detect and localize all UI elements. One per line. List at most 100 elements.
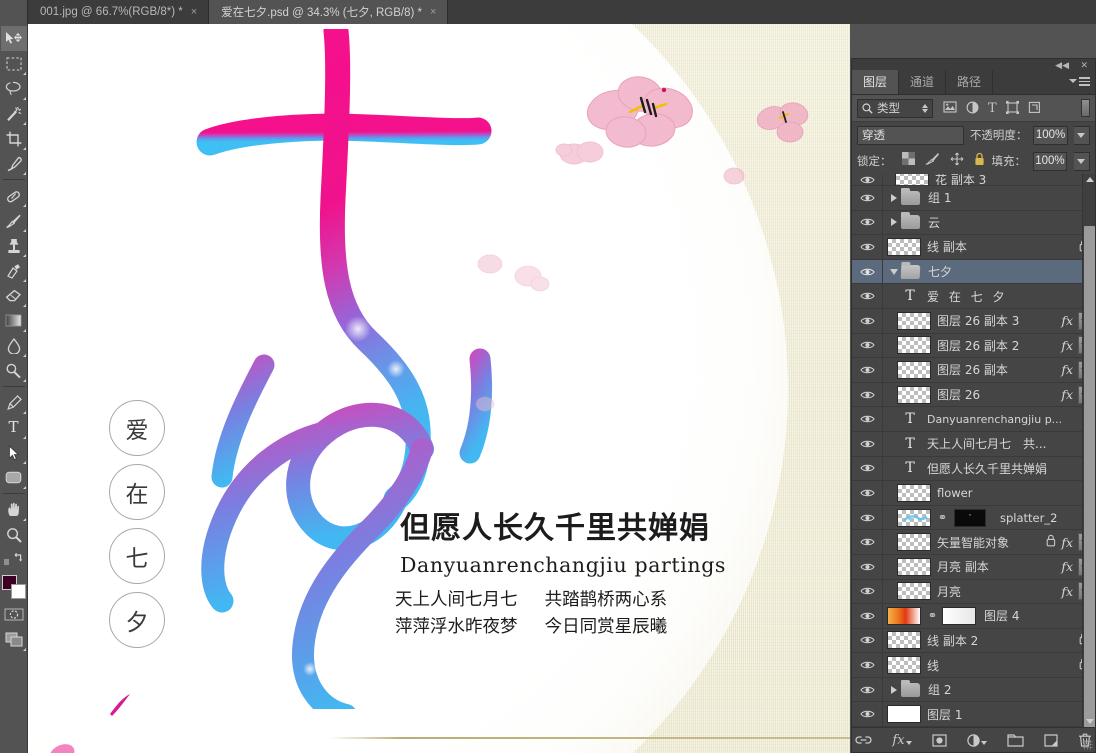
healing-brush-tool[interactable] — [1, 183, 27, 208]
group-expand-arrow[interactable] — [887, 218, 901, 227]
layer-row-ai-zai-qi-xi-text[interactable]: T 爱 在 七 夕 — [852, 284, 1095, 309]
layer-row-xian[interactable]: 线 — [852, 653, 1095, 678]
layer-name[interactable]: 图层 1 — [927, 706, 1095, 723]
layer-name[interactable]: 线 — [927, 657, 1079, 674]
visibility-toggle[interactable] — [852, 660, 882, 670]
layer-thumbnail[interactable] — [887, 631, 921, 650]
visibility-toggle[interactable] — [852, 685, 882, 695]
close-icon[interactable]: ✕ — [1080, 60, 1088, 71]
layer-effects-icon[interactable]: fx — [1061, 535, 1073, 550]
collapse-icon[interactable]: ◀◀ — [1055, 60, 1069, 71]
visibility-toggle[interactable] — [852, 439, 882, 449]
filter-enable-toggle[interactable] — [1081, 99, 1090, 117]
layer-effects-icon[interactable]: fx — [1061, 338, 1073, 353]
visibility-toggle[interactable] — [852, 709, 882, 719]
eyedropper-tool[interactable] — [1, 151, 27, 176]
layer-name[interactable]: 组 1 — [924, 189, 1095, 206]
link-layers-button[interactable] — [855, 734, 872, 746]
layers-scrollbar[interactable] — [1082, 174, 1095, 727]
link-icon[interactable]: ⚭ — [937, 511, 948, 524]
layer-row-tuceng-1[interactable]: 图层 1 — [852, 702, 1095, 727]
quick-mask-toggle[interactable] — [1, 602, 27, 627]
layer-effects-icon[interactable]: fx — [1061, 313, 1073, 328]
layer-thumbnail[interactable] — [897, 311, 931, 330]
visibility-toggle[interactable] — [852, 291, 882, 301]
layer-name[interactable]: 线 副本 — [927, 238, 1079, 255]
layer-row-tuceng-26[interactable]: 图层 26 fx — [852, 382, 1095, 408]
layer-name[interactable]: 爱 在 七 夕 — [923, 288, 1095, 305]
layer-row-splatter-2[interactable]: ⚭ ' splatter_2 — [852, 505, 1095, 531]
layer-effects-icon[interactable]: fx — [1061, 387, 1073, 402]
group-expand-arrow[interactable] — [887, 193, 901, 202]
layer-thumbnail[interactable] — [897, 360, 931, 379]
layer-name[interactable]: 图层 26 — [937, 386, 1061, 403]
visibility-toggle[interactable] — [852, 193, 882, 203]
fill-value[interactable]: 100% — [1033, 151, 1067, 171]
document-tab-001jpg[interactable]: 001.jpg @ 66.7%(RGB/8*) * × — [28, 0, 210, 24]
layer-effects-icon[interactable]: fx — [1061, 559, 1073, 574]
background-color-swatch[interactable] — [10, 584, 26, 599]
layer-row-danyuan-text[interactable]: T Danyuanrenchangjiu p... — [852, 407, 1095, 432]
new-layer-button[interactable] — [1043, 733, 1058, 747]
layer-row-tuceng-26-copy-3[interactable]: 图层 26 副本 3 fx — [852, 308, 1095, 334]
layer-name[interactable]: flower — [937, 486, 1095, 500]
layer-thumbnail[interactable] — [887, 656, 921, 675]
layer-row-xian-copy-2[interactable]: 线 副本 2 — [852, 628, 1095, 654]
layer-name[interactable]: 但愿人长久千里共婵娟 — [923, 460, 1095, 477]
group-collapse-arrow[interactable] — [887, 268, 901, 275]
dodge-tool[interactable] — [1, 358, 27, 383]
scrollbar-thumb[interactable] — [1084, 226, 1095, 727]
visibility-toggle[interactable] — [852, 414, 882, 424]
visibility-toggle[interactable] — [852, 463, 882, 473]
layer-thumbnail[interactable] — [897, 557, 931, 576]
layer-row-hua-copy-3[interactable]: 花 副本 3 — [852, 174, 1095, 186]
clone-stamp-tool[interactable] — [1, 233, 27, 258]
visibility-toggle[interactable] — [852, 611, 882, 621]
adjustment-layer-button[interactable] — [966, 733, 987, 747]
artboard[interactable]: 爱 在 七 夕 但愿人长久千里共婵娟 Danyuanrenchangjiu pa… — [28, 24, 850, 753]
layer-row-qixi-group[interactable]: 七夕 — [852, 259, 1095, 285]
layer-name[interactable]: 图层 26 副本 2 — [937, 337, 1061, 354]
layer-name[interactable]: 图层 26 副本 3 — [937, 312, 1061, 329]
visibility-toggle[interactable] — [852, 267, 882, 277]
type-tool[interactable]: T — [1, 415, 27, 440]
brush-tool[interactable] — [1, 208, 27, 233]
layer-mask-button[interactable] — [931, 733, 947, 747]
visibility-toggle[interactable] — [852, 562, 882, 572]
close-icon[interactable]: × — [429, 6, 437, 18]
layer-row-yun[interactable]: 云 — [852, 210, 1095, 236]
lasso-tool[interactable] — [1, 76, 27, 101]
layer-row-group-2[interactable]: 组 2 — [852, 677, 1095, 703]
filter-type-select[interactable]: 类型 — [857, 98, 933, 118]
visibility-toggle[interactable] — [852, 175, 882, 185]
visibility-toggle[interactable] — [852, 513, 882, 523]
visibility-toggle[interactable] — [852, 217, 882, 227]
swap-colors-icon[interactable] — [1, 547, 27, 572]
adjustment-filter-icon[interactable] — [966, 101, 979, 116]
layer-thumbnail[interactable] — [897, 508, 931, 527]
visibility-toggle[interactable] — [852, 340, 882, 350]
layer-row-group-1[interactable]: 组 1 — [852, 186, 1095, 211]
layer-name[interactable]: 图层 4 — [980, 607, 1095, 624]
layer-name[interactable]: 天上人间七月七 共... — [923, 435, 1095, 452]
move-tool[interactable] — [0, 26, 27, 51]
blend-mode-select[interactable]: 穿透 — [857, 125, 964, 145]
crop-tool[interactable] — [1, 126, 27, 151]
layer-name[interactable]: 月亮 — [937, 583, 1061, 600]
layer-name[interactable]: 云 — [924, 214, 1095, 231]
pen-tool[interactable] — [1, 390, 27, 415]
resize-grip[interactable] — [1083, 740, 1093, 750]
zoom-tool[interactable] — [1, 522, 27, 547]
tab-channels[interactable]: 通道 — [899, 70, 947, 94]
layer-name[interactable]: 矢量智能对象 — [937, 534, 1046, 551]
lock-image-icon[interactable] — [925, 152, 940, 170]
layer-thumbnail[interactable] — [897, 582, 931, 601]
layer-thumbnail[interactable] — [897, 483, 931, 502]
visibility-toggle[interactable] — [852, 635, 882, 645]
blur-tool[interactable] — [1, 333, 27, 358]
visibility-toggle[interactable] — [852, 537, 882, 547]
layer-row-tuceng-26-copy-2[interactable]: 图层 26 副本 2 fx — [852, 333, 1095, 359]
layer-thumbnail[interactable] — [895, 174, 929, 185]
visibility-toggle[interactable] — [852, 365, 882, 375]
layer-row-smart-object[interactable]: 矢量智能对象 fx — [852, 530, 1095, 555]
